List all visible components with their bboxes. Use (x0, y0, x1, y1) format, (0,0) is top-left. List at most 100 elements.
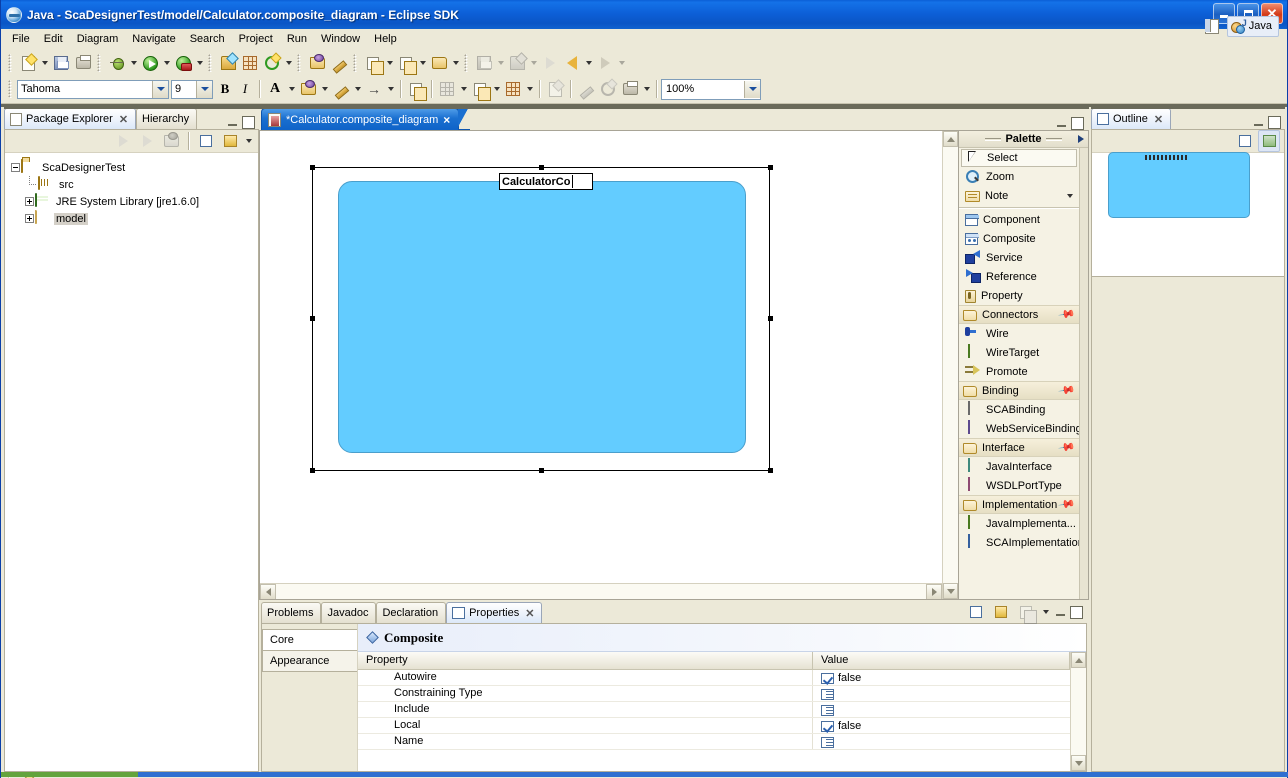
format-toolbar-grip[interactable] (8, 80, 14, 98)
open-perspective-icon[interactable] (1203, 16, 1223, 36)
toolbar-grip-5[interactable] (353, 54, 359, 72)
run-dropdown-icon[interactable] (161, 52, 172, 74)
pin-icon[interactable]: 📌 (1058, 438, 1077, 457)
open-type-button[interactable] (306, 52, 328, 74)
up-nav-button[interactable] (506, 52, 528, 74)
composite-name-edit-input[interactable]: CalculatorCo (499, 173, 593, 190)
menu-search[interactable]: Search (183, 31, 232, 47)
table-row[interactable]: Local false (358, 718, 1070, 734)
tab-properties[interactable]: Properties ✕ (446, 602, 543, 623)
maximize-view-icon[interactable] (242, 116, 255, 129)
font-name-dropdown-icon[interactable] (152, 80, 168, 98)
table-row[interactable]: Constraining Type (358, 686, 1070, 702)
tree-row[interactable]: JRE System Library [jre1.6.0] (11, 193, 258, 210)
palette-item-reference[interactable]: Reference (959, 267, 1079, 286)
zoom-fit-dropdown-icon[interactable] (641, 78, 652, 100)
selection-handle-s[interactable] (539, 468, 544, 473)
fill-color-button[interactable] (297, 78, 319, 100)
line-style-button[interactable]: → (363, 78, 385, 100)
new-wizard-dropdown-icon[interactable] (39, 52, 50, 74)
tab-outline[interactable]: Outline ✕ (1091, 108, 1172, 129)
palette-group-connectors[interactable]: Connectors 📌 (959, 305, 1079, 324)
palette-item-wsdlporttype[interactable]: WSDLPortType (959, 476, 1079, 495)
note-dropdown-icon[interactable] (1067, 194, 1079, 198)
diagram-canvas[interactable]: CalculatorCo (260, 131, 942, 583)
forward-button[interactable] (594, 52, 616, 74)
external-tools-button[interactable] (172, 52, 194, 74)
snapback-button[interactable] (597, 78, 619, 100)
tab-package-explorer-close-icon[interactable]: ✕ (119, 113, 128, 126)
perspective-java-button[interactable]: J Java (1226, 15, 1279, 37)
palette-item-javainterface[interactable]: JavaInterface (959, 457, 1079, 476)
palette-item-property[interactable]: Property (959, 286, 1079, 305)
tree-row[interactable]: ScaDesignerTest (11, 159, 258, 176)
row-value-cell[interactable] (813, 702, 1070, 717)
font-size-dropdown-icon[interactable] (196, 80, 212, 98)
outline-tree-mode-icon[interactable] (1234, 130, 1256, 152)
pin-icon[interactable]: 📌 (1058, 495, 1077, 514)
palette-scrollbar[interactable] (1079, 148, 1088, 599)
menu-project[interactable]: Project (232, 31, 280, 47)
font-color-dropdown-icon[interactable] (286, 78, 297, 100)
palette-item-component[interactable]: Component (959, 210, 1079, 229)
distribute-dropdown-icon[interactable] (524, 78, 535, 100)
new-wizard-button[interactable] (17, 52, 39, 74)
tab-problems[interactable]: Problems (261, 602, 322, 623)
palette-item-select[interactable]: Select (961, 149, 1077, 167)
row-value-cell[interactable]: false (813, 670, 1070, 685)
side-tab-appearance[interactable]: Appearance (262, 650, 357, 672)
menu-edit[interactable]: Edit (37, 31, 70, 47)
pin-icon[interactable]: 📌 (1058, 305, 1077, 324)
align-button[interactable] (469, 78, 491, 101)
maximize-editor-icon[interactable] (1071, 117, 1084, 130)
select-all-button[interactable] (436, 78, 458, 100)
tree-expander-icon[interactable] (25, 197, 34, 206)
palette-item-note[interactable]: Note (959, 186, 1079, 205)
forward-dropdown-icon[interactable] (616, 52, 627, 74)
next-annotation-button[interactable] (362, 52, 384, 75)
canvas-vscrollbar[interactable] (942, 131, 958, 599)
column-header-property[interactable]: Property (358, 652, 813, 669)
route-button[interactable] (575, 78, 597, 100)
selection-handle-sw[interactable] (310, 468, 315, 473)
line-style-dropdown-icon[interactable] (385, 78, 396, 100)
minimize-view-icon[interactable] (226, 116, 239, 129)
autosize-button[interactable] (544, 78, 566, 100)
properties-scroll-track[interactable] (1071, 668, 1086, 755)
row-value-cell[interactable] (813, 734, 1070, 749)
fill-color-dropdown-icon[interactable] (319, 78, 330, 100)
last-edit-dropdown-icon[interactable] (450, 52, 461, 74)
table-row[interactable]: Name (358, 734, 1070, 750)
show-categories-icon[interactable] (965, 601, 987, 623)
back-button[interactable] (561, 52, 583, 74)
pin-icon[interactable]: 📌 (1058, 381, 1077, 400)
palette-item-wire[interactable]: Wire (959, 324, 1079, 343)
zoom-combo[interactable]: 100% (661, 78, 761, 100)
tree-expander-icon[interactable] (11, 163, 20, 172)
debug-button[interactable] (106, 52, 128, 74)
toolbar-grip-3[interactable] (208, 54, 214, 72)
menu-window[interactable]: Window (314, 31, 367, 47)
show-advanced-icon[interactable] (990, 601, 1012, 623)
view-menu-icon[interactable] (243, 130, 254, 152)
editor-tab-close-icon[interactable]: × (443, 113, 450, 127)
minimize-properties-icon[interactable] (1054, 606, 1067, 619)
annotation-nav-dropdown-icon[interactable] (495, 52, 506, 74)
save-button[interactable] (50, 52, 72, 74)
pkg-up-icon[interactable] (160, 130, 182, 152)
external-tools-dropdown-icon[interactable] (194, 52, 205, 74)
palette-item-wiretarget[interactable]: WireTarget (959, 343, 1079, 362)
hscroll-track[interactable] (276, 584, 926, 599)
menu-navigate[interactable]: Navigate (125, 31, 182, 47)
zoom-dropdown-icon[interactable] (744, 80, 760, 98)
last-edit-location-button[interactable] (428, 52, 450, 74)
table-row[interactable]: Autowire false (358, 670, 1070, 686)
toolbar-grip-6[interactable] (464, 54, 470, 72)
back-small-button[interactable] (539, 52, 561, 74)
table-row[interactable]: Include (358, 702, 1070, 718)
palette-item-composite[interactable]: Composite (959, 229, 1079, 248)
hscroll-left-button[interactable] (260, 584, 276, 599)
print-button[interactable] (72, 52, 94, 74)
composite-shape[interactable] (338, 181, 746, 453)
selection-handle-e[interactable] (768, 316, 773, 321)
